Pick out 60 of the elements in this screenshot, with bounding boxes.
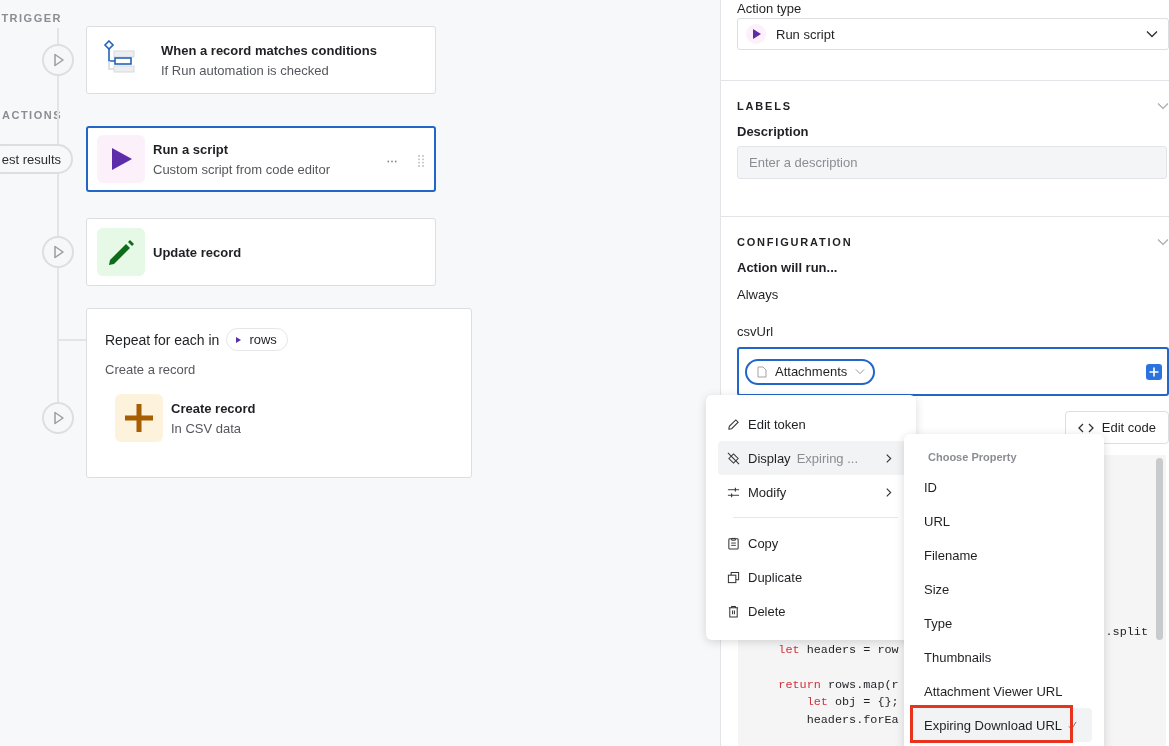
duplicate-icon bbox=[727, 570, 740, 584]
step-title: Create record bbox=[171, 400, 256, 416]
play-icon[interactable] bbox=[42, 236, 74, 268]
menu-heading: Choose Property bbox=[927, 451, 1018, 463]
chevron-down-icon bbox=[855, 368, 866, 375]
check-icon bbox=[1068, 720, 1077, 730]
step-subtitle: If Run automation is checked bbox=[161, 62, 330, 78]
play-icon bbox=[746, 24, 766, 44]
menu-item[interactable]: Edit token bbox=[718, 407, 916, 441]
clipboard-icon bbox=[727, 536, 740, 550]
pencil-icon bbox=[727, 417, 740, 431]
menu-item-value: Expiring ... bbox=[796, 450, 859, 466]
step-title: When a record matches conditions bbox=[161, 42, 377, 58]
step-subtitle: Custom script from code editor bbox=[153, 161, 330, 177]
menu-item[interactable]: Thumbnails bbox=[913, 640, 1092, 674]
field-label: csvUrl bbox=[737, 324, 774, 339]
code-line: return rows.map(r bbox=[777, 677, 899, 692]
field-label: Action type bbox=[737, 1, 802, 16]
more-icon[interactable] bbox=[386, 160, 398, 163]
description-input[interactable]: Enter a description bbox=[737, 146, 1167, 179]
loop-title: Repeat for each in bbox=[105, 331, 220, 348]
section-heading: LABELS bbox=[737, 100, 792, 112]
chevron-down-icon[interactable] bbox=[1157, 238, 1169, 246]
menu-item[interactable]: URL bbox=[913, 504, 1092, 538]
loop-subtitle: Create a record bbox=[105, 362, 197, 377]
menu-item[interactable]: Type bbox=[913, 606, 1092, 640]
code-line: let obj = {}; bbox=[805, 695, 899, 709]
file-icon bbox=[757, 365, 767, 378]
section-label: TRIGGER bbox=[0, 12, 62, 24]
menu-item[interactable]: ID bbox=[913, 470, 1092, 504]
section-heading: CONFIGURATION bbox=[737, 236, 853, 248]
menu-item[interactable]: Expiring Download URL bbox=[913, 708, 1092, 742]
trash-icon bbox=[727, 604, 740, 618]
play-icon bbox=[97, 135, 145, 183]
sliders-icon bbox=[727, 485, 740, 499]
action-type-select[interactable]: Run script bbox=[737, 18, 1169, 50]
play-icon[interactable] bbox=[42, 402, 74, 434]
step-title: Update record bbox=[153, 244, 242, 260]
field-label: Description bbox=[737, 124, 809, 139]
chevron-down-icon[interactable] bbox=[1157, 102, 1169, 110]
scrollbar[interactable] bbox=[1156, 458, 1163, 640]
pencil-icon bbox=[97, 228, 145, 276]
menu-item[interactable]: Attachment Viewer URL bbox=[913, 674, 1092, 708]
menu-item[interactable]: Filename bbox=[913, 538, 1092, 572]
menu-item[interactable]: Size bbox=[913, 572, 1092, 606]
step-title: Run a script bbox=[153, 141, 230, 157]
field-value: Always bbox=[737, 287, 779, 302]
field-label: Action will run... bbox=[737, 260, 838, 275]
drag-handle-icon[interactable] bbox=[418, 155, 424, 167]
play-icon[interactable] bbox=[42, 44, 74, 76]
code-icon bbox=[1077, 422, 1094, 433]
test-results-pill[interactable]: est results bbox=[0, 144, 73, 174]
step-subtitle: In CSV data bbox=[171, 420, 243, 436]
code-line: headers.forEa bbox=[805, 712, 899, 727]
code-line: let headers = row bbox=[777, 642, 899, 657]
code-line: .split bbox=[1105, 625, 1148, 639]
add-icon[interactable] bbox=[1146, 363, 1162, 380]
plus-icon bbox=[115, 394, 163, 442]
chevron-down-icon bbox=[1146, 30, 1158, 38]
token-chip[interactable]: Attachments bbox=[745, 358, 876, 385]
